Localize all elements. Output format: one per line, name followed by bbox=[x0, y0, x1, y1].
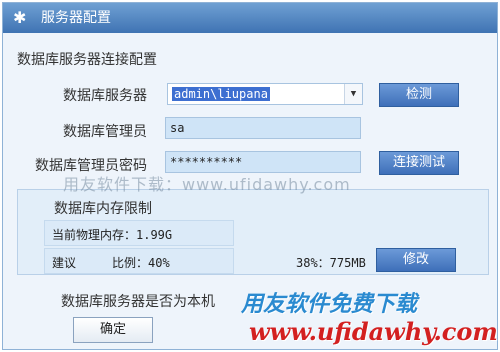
check-button[interactable]: 检测 bbox=[379, 83, 459, 107]
ratio-value: 38%：775MB bbox=[296, 256, 366, 270]
physical-memory-label: 当前物理内存：1.99G bbox=[52, 228, 173, 242]
window-title: 服务器配置 bbox=[41, 10, 111, 26]
server-select[interactable]: admin\liupana ▼ bbox=[167, 83, 363, 105]
server-config-dialog: ✱ 服务器配置 数据库服务器连接配置 数据库服务器 admin\liupana … bbox=[2, 2, 498, 350]
server-select-value: admin\liupana bbox=[172, 87, 270, 101]
ratio-label: 比例：40% bbox=[112, 256, 170, 270]
server-label: 数据库服务器 bbox=[63, 88, 147, 104]
admin-input[interactable]: sa bbox=[165, 117, 361, 139]
connection-group-label: 数据库服务器连接配置 bbox=[17, 52, 157, 68]
admin-label: 数据库管理员 bbox=[63, 124, 147, 140]
chevron-down-icon[interactable]: ▼ bbox=[344, 84, 362, 104]
local-server-label: 数据库服务器是否为本机 bbox=[61, 294, 215, 310]
url-watermark: www.ufidawhy.com bbox=[249, 317, 498, 346]
brand-watermark: 用友软件免费下载 bbox=[241, 292, 418, 317]
suggest-label: 建议 bbox=[52, 256, 77, 270]
gear-icon: ✱ bbox=[13, 8, 27, 27]
modify-button[interactable]: 修改 bbox=[376, 248, 456, 272]
memory-group-title: 数据库内存限制 bbox=[54, 201, 152, 217]
ok-button[interactable]: 确定 bbox=[73, 317, 153, 343]
title-bar: ✱ 服务器配置 bbox=[3, 3, 497, 33]
password-input[interactable]: ********** bbox=[165, 151, 361, 173]
connection-test-button[interactable]: 连接测试 bbox=[379, 151, 459, 175]
memory-limit-group: 数据库内存限制 当前物理内存：1.99G 建议 比例：40% 38%：775MB… bbox=[17, 189, 489, 275]
center-watermark: 用友软件下载：www.ufidawhy.com bbox=[63, 175, 351, 194]
